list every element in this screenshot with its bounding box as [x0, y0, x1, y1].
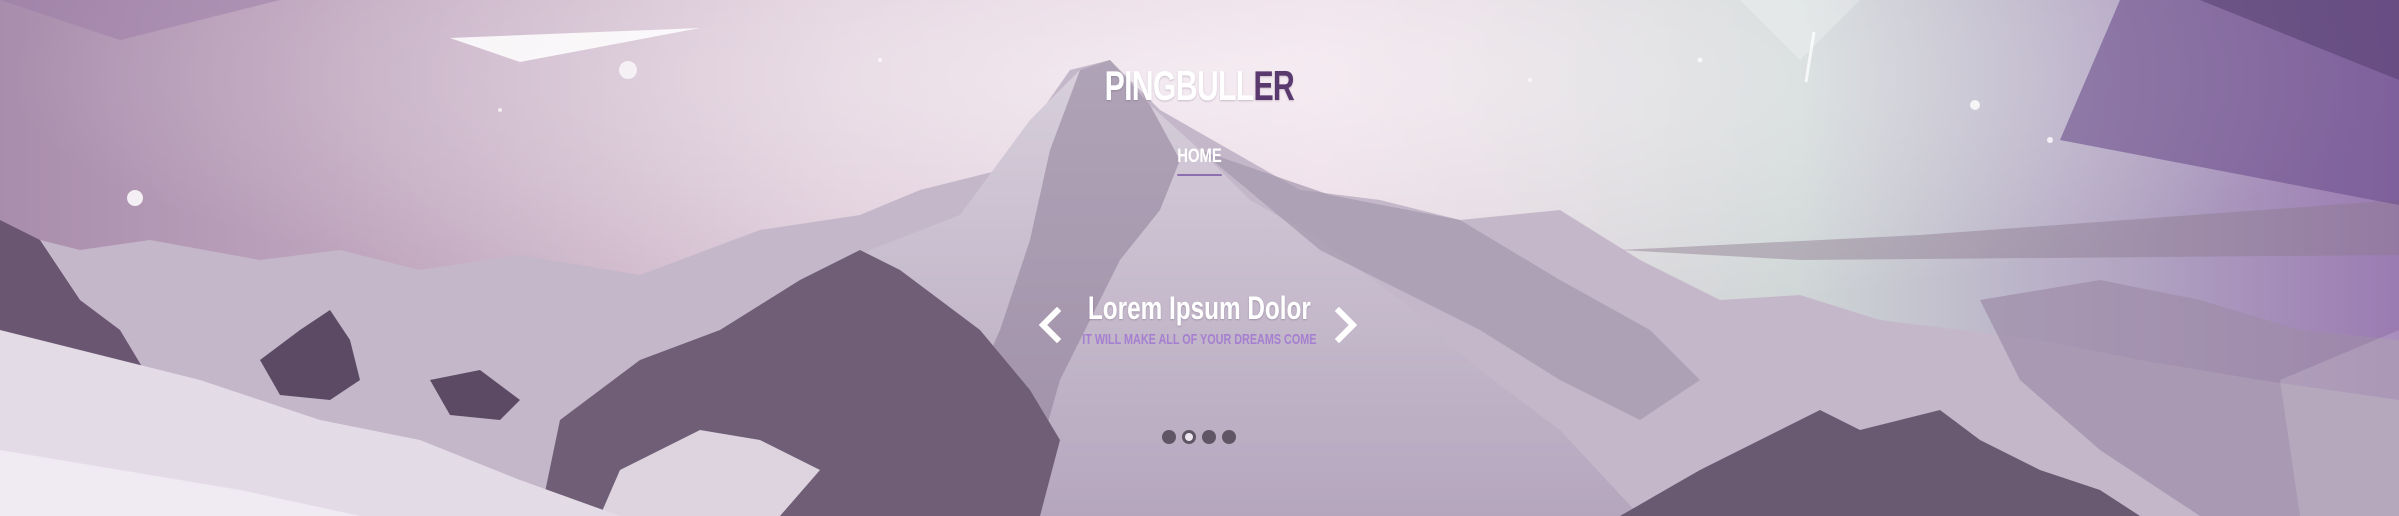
logo-text-accent: ER: [1253, 62, 1295, 109]
slide-subtitle: IT WILL MAKE ALL OF YOUR DREAMS COME: [1082, 331, 1317, 348]
slider-dot-4[interactable]: [1222, 430, 1236, 444]
logo-text-main: PINGBULL: [1104, 62, 1255, 109]
slider-next-button[interactable]: [1331, 307, 1361, 343]
slider-dot-3[interactable]: [1202, 430, 1216, 444]
slide-title: Lorem Ipsum Dolor: [1087, 290, 1311, 326]
nav-item-home[interactable]: HOME: [1177, 146, 1222, 176]
slider-dot-2[interactable]: [1182, 430, 1196, 444]
hero-banner: PINGBULLER HOME Lorem Ipsum Dolor IT WIL…: [0, 0, 2399, 516]
slider-dot-1[interactable]: [1162, 430, 1176, 444]
slider-caption: Lorem Ipsum Dolor IT WILL MAKE ALL OF YO…: [0, 290, 2399, 348]
main-nav: HOME: [0, 146, 2399, 176]
site-logo[interactable]: PINGBULLER: [336, 62, 2063, 110]
slider-pagination: [1162, 430, 1236, 444]
chevron-right-icon: [1334, 307, 1358, 343]
